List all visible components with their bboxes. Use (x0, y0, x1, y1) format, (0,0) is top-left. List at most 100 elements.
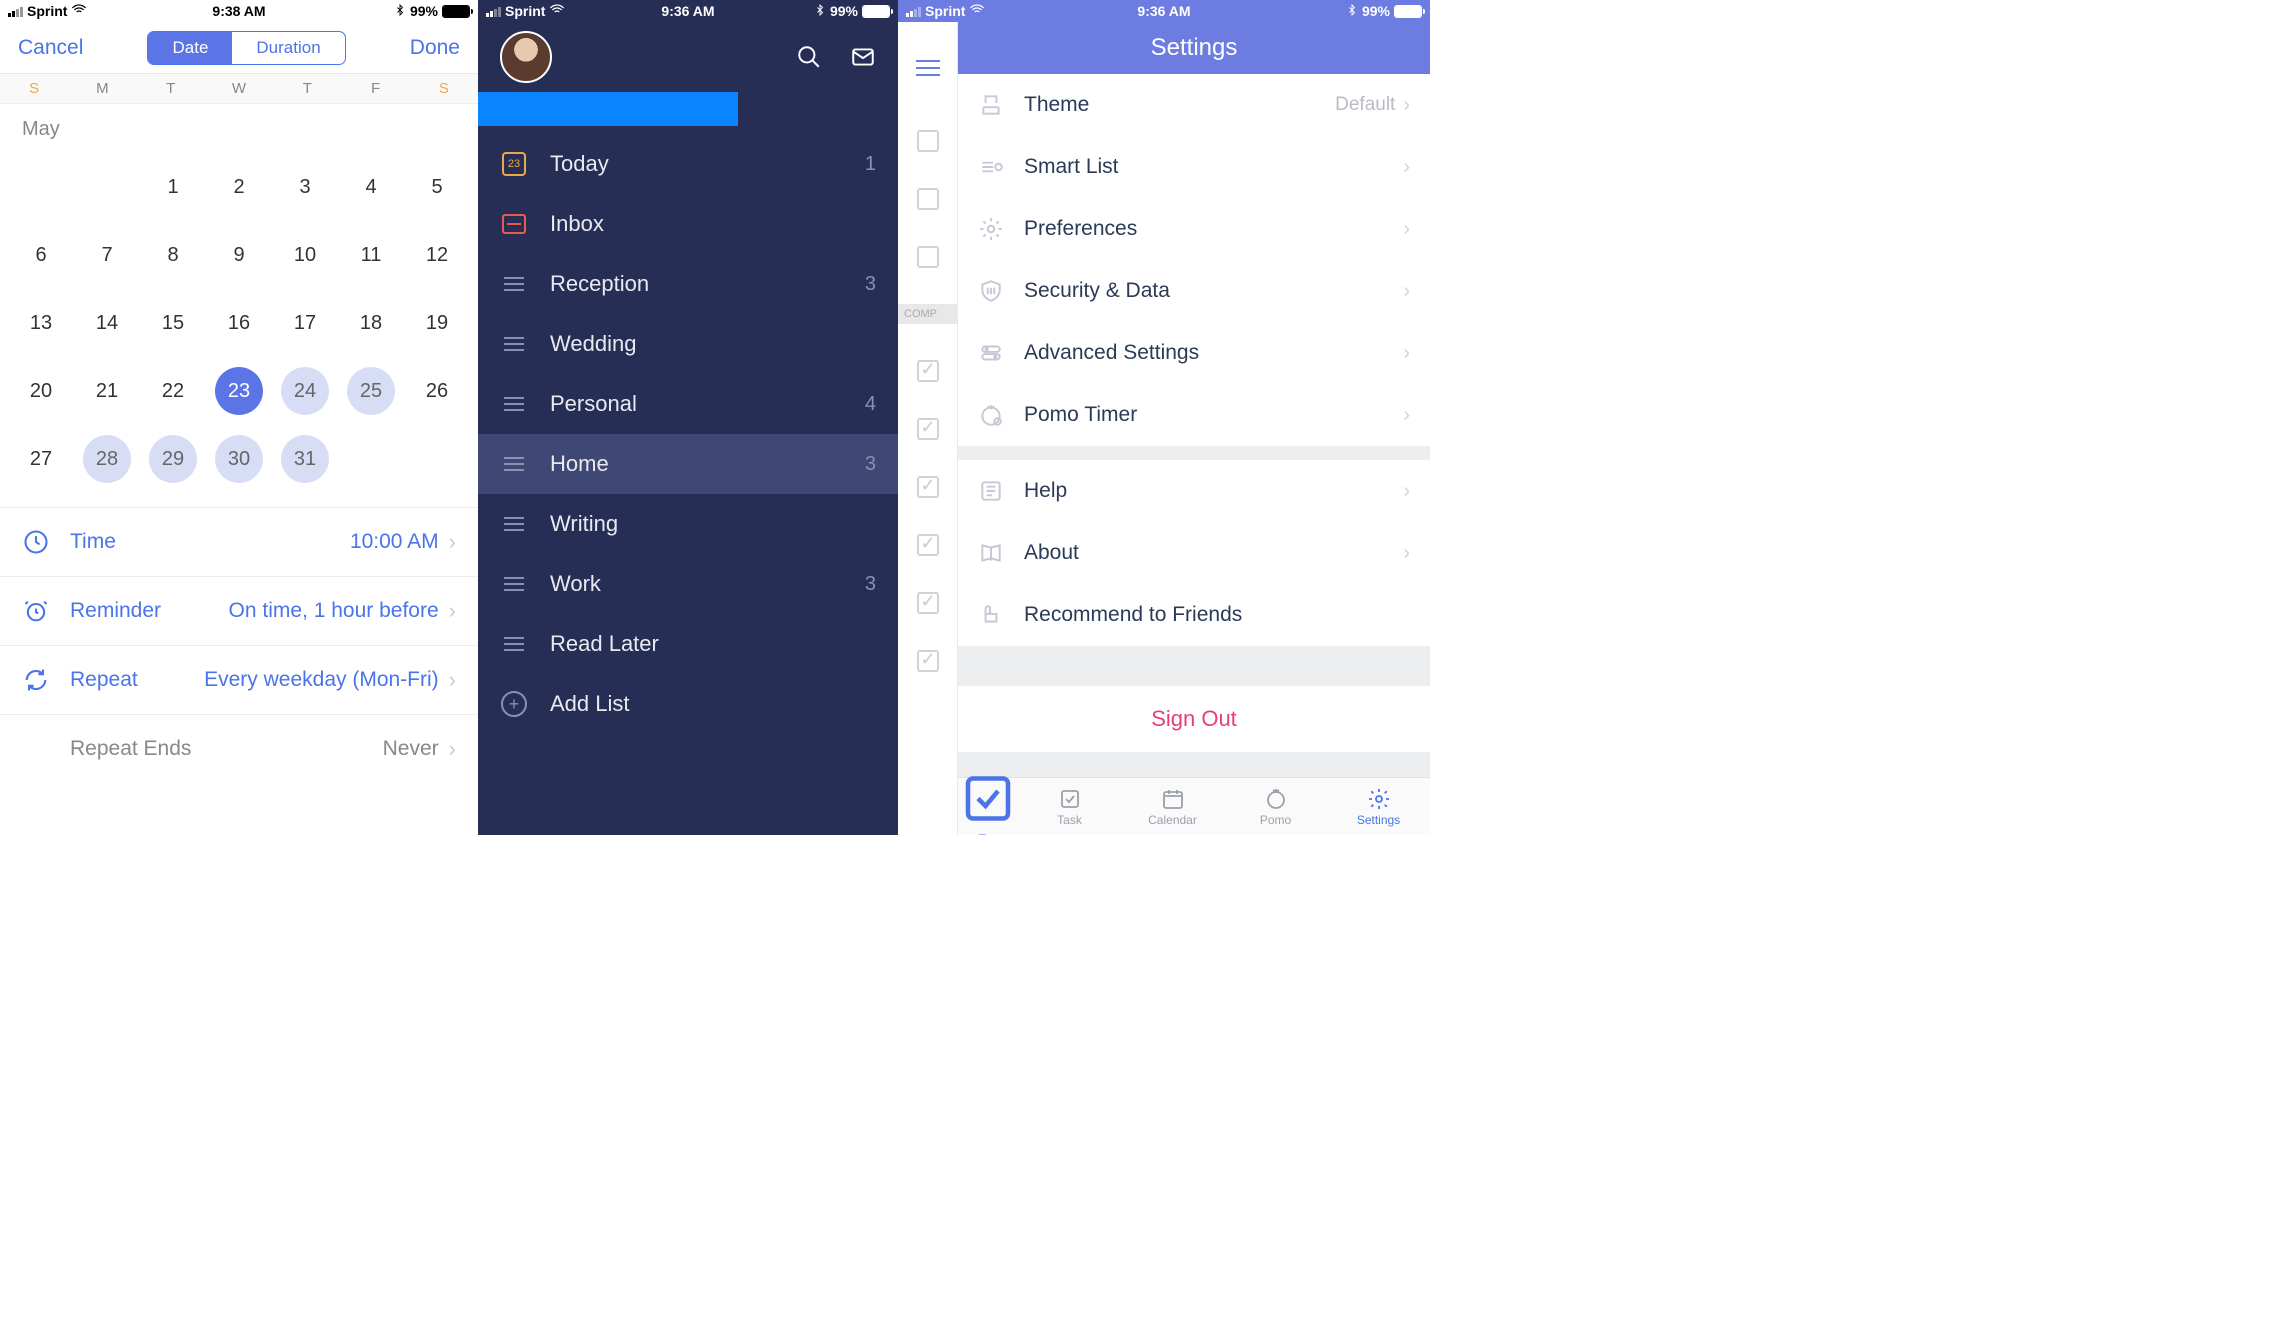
signal-icon (906, 5, 921, 17)
settings-row[interactable]: Security & Data › (958, 260, 1430, 322)
chevron-right-icon: › (449, 598, 456, 624)
calendar-day[interactable]: 21 (74, 367, 140, 415)
done-button[interactable]: Done (410, 36, 460, 60)
calendar-day[interactable]: 3 (272, 163, 338, 211)
calendar-day[interactable]: 17 (272, 299, 338, 347)
sidebar-header (478, 22, 898, 92)
tab-settings[interactable]: Settings (1327, 778, 1430, 835)
cancel-button[interactable]: Cancel (18, 36, 83, 60)
sidebar-item-list[interactable]: Read Later (478, 614, 898, 674)
calendar-day[interactable]: 27 (8, 435, 74, 483)
checkbox-done-icon[interactable] (917, 534, 939, 556)
list-icon (500, 450, 528, 478)
settings-row[interactable]: Theme Default › (958, 74, 1430, 136)
checkbox-done-icon[interactable] (917, 360, 939, 382)
sidebar-menu: 23 Today 1 Inbox Reception 3 Wedding Per… (478, 134, 898, 734)
status-bar: Sprint 9:38 AM 99% (0, 0, 478, 22)
calendar-day[interactable]: 25 (338, 367, 404, 415)
checkbox-done-icon[interactable] (917, 476, 939, 498)
mail-icon[interactable] (850, 41, 876, 73)
calendar-day[interactable]: 8 (140, 231, 206, 279)
underlying-list-peek: COMP (898, 22, 958, 835)
sidebar-item-list[interactable]: Reception 3 (478, 254, 898, 314)
reminder-row[interactable]: Reminder On time, 1 hour before › (0, 577, 478, 646)
calendar-day[interactable]: 9 (206, 231, 272, 279)
checkbox-done-icon[interactable] (917, 592, 939, 614)
calendar-day[interactable]: 5 (404, 163, 470, 211)
tab-task[interactable]: Task (1018, 778, 1121, 835)
settings-row[interactable]: Advanced Settings › (958, 322, 1430, 384)
sidebar-item-add-list[interactable]: + Add List (478, 674, 898, 734)
hamburger-icon[interactable] (916, 60, 940, 76)
tab-task-cut[interactable]: Tas (958, 778, 1018, 835)
checkbox-icon[interactable] (917, 188, 939, 210)
status-bar: Sprint 9:36 AM 99% (478, 0, 898, 22)
settings-screen: Sprint 9:36 AM 99% COMP Settings (898, 0, 1430, 835)
calendar-day[interactable]: 19 (404, 299, 470, 347)
sidebar-item-list[interactable]: Personal 4 (478, 374, 898, 434)
settings-row[interactable]: Recommend to Friends (958, 584, 1430, 646)
sidebar-item-list[interactable]: Writing (478, 494, 898, 554)
calendar-day[interactable]: 20 (8, 367, 74, 415)
bluetooth-icon (1346, 3, 1358, 19)
sidebar-item-list[interactable]: Wedding (478, 314, 898, 374)
calendar-day[interactable]: 14 (74, 299, 140, 347)
calendar-day[interactable]: 29 (140, 435, 206, 483)
checkbox-icon[interactable] (917, 130, 939, 152)
sidebar-item-inbox[interactable]: Inbox (478, 194, 898, 254)
plus-circle-icon: + (500, 690, 528, 718)
sidebar-item-today[interactable]: 23 Today 1 (478, 134, 898, 194)
date-duration-toggle[interactable]: Date Duration (147, 31, 345, 65)
settings-row[interactable]: Pomo Timer › (958, 384, 1430, 446)
settings-row[interactable]: Preferences › (958, 198, 1430, 260)
settings-row[interactable]: About › (958, 522, 1430, 584)
calendar-grid[interactable]: 1234567891011121314151617181920212223242… (0, 145, 478, 507)
list-icon (500, 330, 528, 358)
calendar-day[interactable]: 22 (140, 367, 206, 415)
calendar-day[interactable]: 13 (8, 299, 74, 347)
calendar-day[interactable]: 2 (206, 163, 272, 211)
chevron-right-icon: › (1403, 342, 1410, 365)
seg-date[interactable]: Date (148, 32, 232, 64)
repeat-ends-row[interactable]: Repeat Ends Never › (0, 715, 478, 783)
chevron-right-icon: › (1403, 542, 1410, 565)
calendar-day[interactable]: 31 (272, 435, 338, 483)
calendar-day[interactable]: 12 (404, 231, 470, 279)
calendar-day[interactable]: 10 (272, 231, 338, 279)
avatar[interactable] (500, 31, 552, 83)
sign-out-button[interactable]: Sign Out (958, 686, 1430, 752)
checkbox-icon[interactable] (917, 246, 939, 268)
calendar-day[interactable]: 26 (404, 367, 470, 415)
calendar-day[interactable]: 6 (8, 231, 74, 279)
bluetooth-icon (814, 3, 826, 19)
checkbox-done-icon[interactable] (917, 650, 939, 672)
settings-row[interactable]: Help › (958, 460, 1430, 522)
calendar-day[interactable]: 11 (338, 231, 404, 279)
checkbox-done-icon[interactable] (917, 418, 939, 440)
calendar-day[interactable]: 28 (74, 435, 140, 483)
time-row[interactable]: Time 10:00 AM › (0, 508, 478, 577)
sidebar-item-list[interactable]: Work 3 (478, 554, 898, 614)
calendar-day[interactable]: 15 (140, 299, 206, 347)
calendar-day[interactable]: 7 (74, 231, 140, 279)
repeat-row[interactable]: Repeat Every weekday (Mon-Fri) › (0, 646, 478, 715)
seg-duration[interactable]: Duration (232, 32, 344, 64)
settings-group-1: Theme Default › Smart List › Preferences… (958, 74, 1430, 446)
tab-pomo[interactable]: Pomo (1224, 778, 1327, 835)
settings-row[interactable]: Smart List › (958, 136, 1430, 198)
list-icon (500, 270, 528, 298)
status-bar: Sprint 9:36 AM 99% (898, 0, 1430, 22)
wifi-icon (549, 2, 565, 21)
calendar-day[interactable]: 4 (338, 163, 404, 211)
chevron-right-icon: › (1403, 480, 1410, 503)
tab-calendar[interactable]: Calendar (1121, 778, 1224, 835)
calendar-day[interactable]: 18 (338, 299, 404, 347)
battery-percent: 99% (1362, 3, 1390, 19)
calendar-day[interactable]: 30 (206, 435, 272, 483)
search-icon[interactable] (796, 41, 822, 73)
calendar-day[interactable]: 24 (272, 367, 338, 415)
calendar-day[interactable]: 1 (140, 163, 206, 211)
calendar-day[interactable]: 23 (206, 367, 272, 415)
calendar-day[interactable]: 16 (206, 299, 272, 347)
sidebar-item-list[interactable]: Home 3 (478, 434, 898, 494)
